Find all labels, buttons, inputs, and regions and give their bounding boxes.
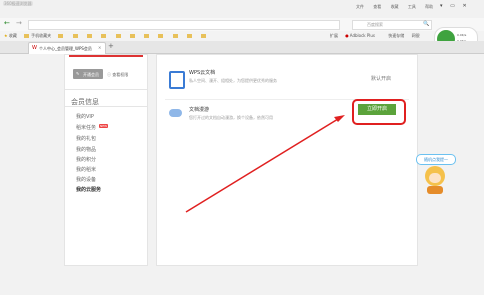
bookmark-item[interactable] (201, 33, 208, 38)
menu-help[interactable]: 帮助 (425, 4, 433, 9)
bookmark-item[interactable] (144, 33, 151, 38)
bookmark-item[interactable] (172, 33, 180, 38)
forward-button[interactable]: → (16, 19, 22, 27)
adblock-icon[interactable]: ● (345, 33, 349, 38)
folder-icon (172, 34, 178, 38)
search-icon[interactable]: 🔍 (423, 21, 429, 27)
tab-close-icon[interactable]: ✕ (98, 45, 101, 50)
assistant-bubble: 随机点我提一 (416, 154, 456, 165)
bookmark-item[interactable] (58, 33, 65, 38)
menu-tools[interactable]: 工具 (408, 4, 416, 9)
extensions-bar: 扩展 ●Adblock Plus 快速存储 网银 (330, 33, 420, 39)
menu-favorites[interactable]: 收藏 (391, 4, 399, 9)
assistant-widget[interactable]: 随机点我提一 (414, 154, 458, 204)
assistant-face (429, 173, 441, 183)
folder-icon (115, 34, 121, 38)
menu-view[interactable]: 查看 (373, 4, 381, 9)
search-box[interactable]: 百度搜索 🔍 (352, 20, 432, 30)
bookmark-item[interactable] (158, 33, 165, 38)
folder-icon (201, 34, 207, 38)
title-bar: 360极速浏览器 文件 查看 收藏 工具 帮助 ▾ ▭ ✕ (0, 0, 484, 18)
folder-icon (129, 34, 135, 38)
new-tab-button[interactable]: + (108, 42, 114, 50)
quick-save-button[interactable]: 快速存储 (388, 33, 404, 38)
nav-toolbar: ← → 百度搜索 🔍 (0, 18, 484, 32)
bookmark-item[interactable]: 手机收藏夹 (24, 33, 51, 39)
minimize-button[interactable]: ▾ (440, 3, 443, 9)
bookmark-item[interactable] (129, 33, 137, 38)
bookmark-list: ★ 收藏 手机收藏夹 (4, 33, 214, 39)
address-bar[interactable] (28, 20, 340, 30)
back-button[interactable]: ← (4, 19, 10, 27)
bank-button[interactable]: 网银 (412, 33, 420, 38)
bookmark-item[interactable] (115, 33, 123, 38)
window-title: 360极速浏览器 (4, 1, 32, 6)
window-controls: ▾ ▭ ✕ (440, 3, 467, 9)
bookmark-item[interactable] (101, 33, 108, 38)
bookmark-favorites[interactable]: ★ 收藏 (4, 33, 17, 39)
folder-icon (186, 34, 192, 38)
folder-icon (72, 34, 78, 38)
upload-speed: 0.0K/s (457, 33, 467, 37)
star-icon: ★ (4, 33, 8, 38)
extensions-button[interactable]: 扩展 (330, 33, 338, 38)
close-button[interactable]: ✕ (462, 3, 466, 9)
folder-icon (24, 34, 30, 38)
menu-file[interactable]: 文件 (356, 4, 364, 9)
tab-active[interactable]: W 个人中心_会员管理_WPS会员 ✕ (28, 42, 106, 54)
arrow-line (185, 118, 339, 213)
folder-icon (87, 34, 92, 38)
maximize-button[interactable]: ▭ (450, 3, 455, 9)
tab-bar: W 个人中心_会员管理_WPS会员 ✕ + (0, 41, 484, 54)
folder-icon (158, 34, 164, 38)
adblock-label[interactable]: Adblock Plus (350, 33, 375, 38)
folder-icon (144, 34, 150, 38)
tab-label: 个人中心_会员管理_WPS会员 (39, 46, 92, 51)
bookmark-item[interactable] (72, 33, 80, 38)
assistant-avatar-icon (425, 166, 445, 186)
folder-icon (58, 34, 64, 38)
tab-favicon-icon: W (32, 45, 37, 51)
search-placeholder: 百度搜索 (367, 22, 383, 27)
assistant-body (427, 186, 443, 194)
menu-bar: 文件 查看 收藏 工具 帮助 (356, 4, 441, 10)
bookmark-item[interactable] (87, 33, 94, 38)
annotation-arrow (185, 115, 345, 213)
folder-icon (101, 34, 107, 38)
page-content: ✎ 开通会员 ⓘ 查看权限 会员信息 我的VIP 稻米任务 NEW 我的礼包 我… (0, 54, 484, 295)
bookmark-item[interactable] (186, 33, 194, 38)
